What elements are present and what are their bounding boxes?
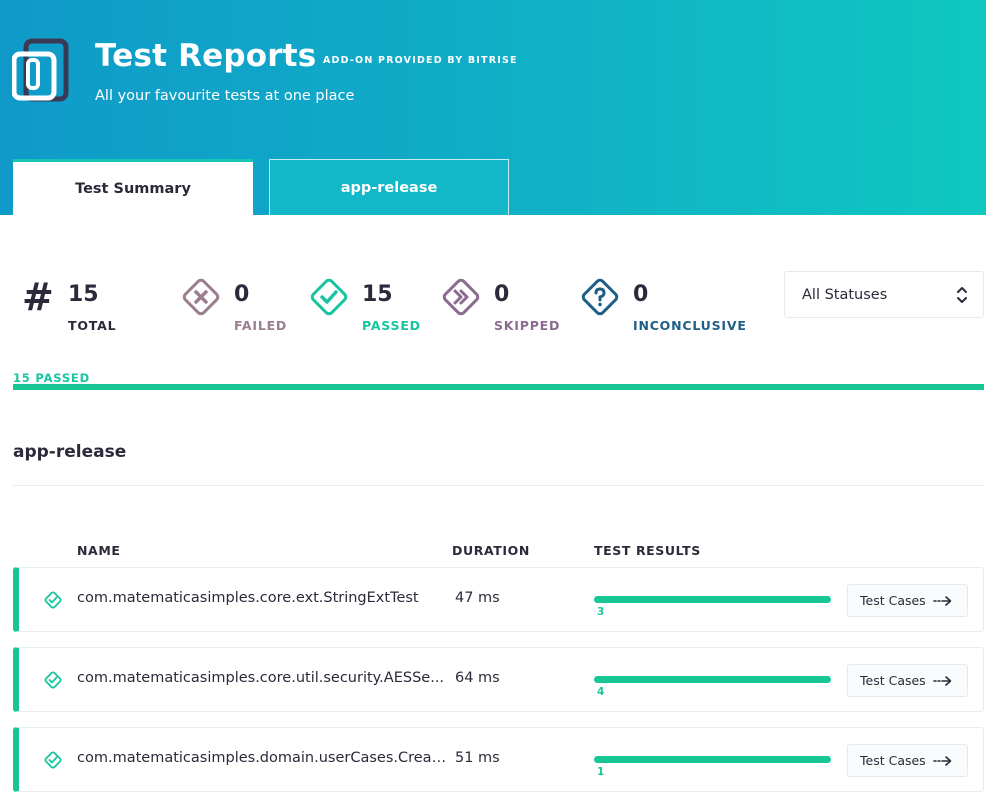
stat-inconclusive-value: 0 [633,282,649,307]
status-filter-value: All Statuses [802,286,888,303]
dashed-arrow-right-icon [933,756,952,766]
row-result-bar-fill [594,676,831,683]
row-test-name: com.matematicasimples.core.util.security… [77,670,445,686]
row-test-name: com.matematicasimples.core.ext.StringExt… [77,590,419,606]
test-cases-button[interactable]: Test Cases [847,744,968,777]
overall-progress-fill [13,384,984,390]
page-title: Test Reports [95,38,317,74]
stat-failed-value: 0 [234,282,250,307]
addon-label: ADD-ON PROVIDED BY BITRISE [323,55,518,66]
row-passed-count: 4 [597,686,605,698]
row-passed-count: 3 [597,606,605,618]
row-result-bar [594,756,831,763]
test-cases-button-label: Test Cases [860,753,926,768]
row-result-bar [594,676,831,683]
table-row[interactable]: com.matematicasimples.core.ext.StringExt… [13,567,984,632]
column-header-name: NAME [77,543,121,558]
tab-app-release[interactable]: app-release [269,159,509,215]
test-cases-button-label: Test Cases [860,673,926,688]
column-header-duration: DURATION [452,543,530,558]
test-cases-button-label: Test Cases [860,593,926,608]
dashed-arrow-right-icon [933,676,952,686]
row-duration: 64 ms [455,670,500,686]
x-diamond-icon [182,278,220,316]
check-diamond-icon [44,591,62,609]
question-diamond-icon [581,278,619,316]
check-diamond-icon [44,751,62,769]
column-header-test-results: TEST RESULTS [594,543,701,558]
stat-passed-value: 15 [362,282,393,307]
test-reports-logo-icon [12,38,69,102]
row-passed-count: 1 [597,766,605,778]
page-subtitle: All your favourite tests at one place [95,88,355,104]
table-row[interactable]: com.matematicasimples.core.util.security… [13,647,984,712]
table-row[interactable]: com.matematicasimples.domain.userCases.C… [13,727,984,792]
passed-caption: 15 PASSED [13,371,90,385]
check-diamond-icon [44,671,62,689]
section-title: app-release [13,442,127,462]
row-result-bar [594,596,831,603]
row-result-bar-fill [594,596,831,603]
dashed-arrow-right-icon [933,596,952,606]
status-filter-select[interactable]: All Statuses [784,271,984,318]
overall-progress-bar [13,384,984,390]
stat-skipped-label: SKIPPED [494,318,561,333]
row-duration: 47 ms [455,590,500,606]
stat-skipped-value: 0 [494,282,510,307]
app-header: Test Reports ADD-ON PROVIDED BY BITRISE … [0,0,986,215]
stat-total-label: TOTAL [68,318,117,333]
stat-inconclusive-label: INCONCLUSIVE [633,318,747,333]
skip-diamond-icon [442,278,480,316]
row-test-name: com.matematicasimples.domain.userCases.C… [77,750,449,766]
row-duration: 51 ms [455,750,500,766]
row-result-bar-fill [594,756,831,763]
stat-passed-label: PASSED [362,318,421,333]
check-diamond-icon [310,278,348,316]
test-cases-button[interactable]: Test Cases [847,664,968,697]
hash-icon: # [22,275,54,319]
tab-test-summary[interactable]: Test Summary [13,159,253,215]
stat-total-value: 15 [68,282,99,307]
chevron-up-down-icon [957,287,967,303]
test-cases-button[interactable]: Test Cases [847,584,968,617]
section-divider [13,485,984,486]
stat-failed-label: FAILED [234,318,288,333]
